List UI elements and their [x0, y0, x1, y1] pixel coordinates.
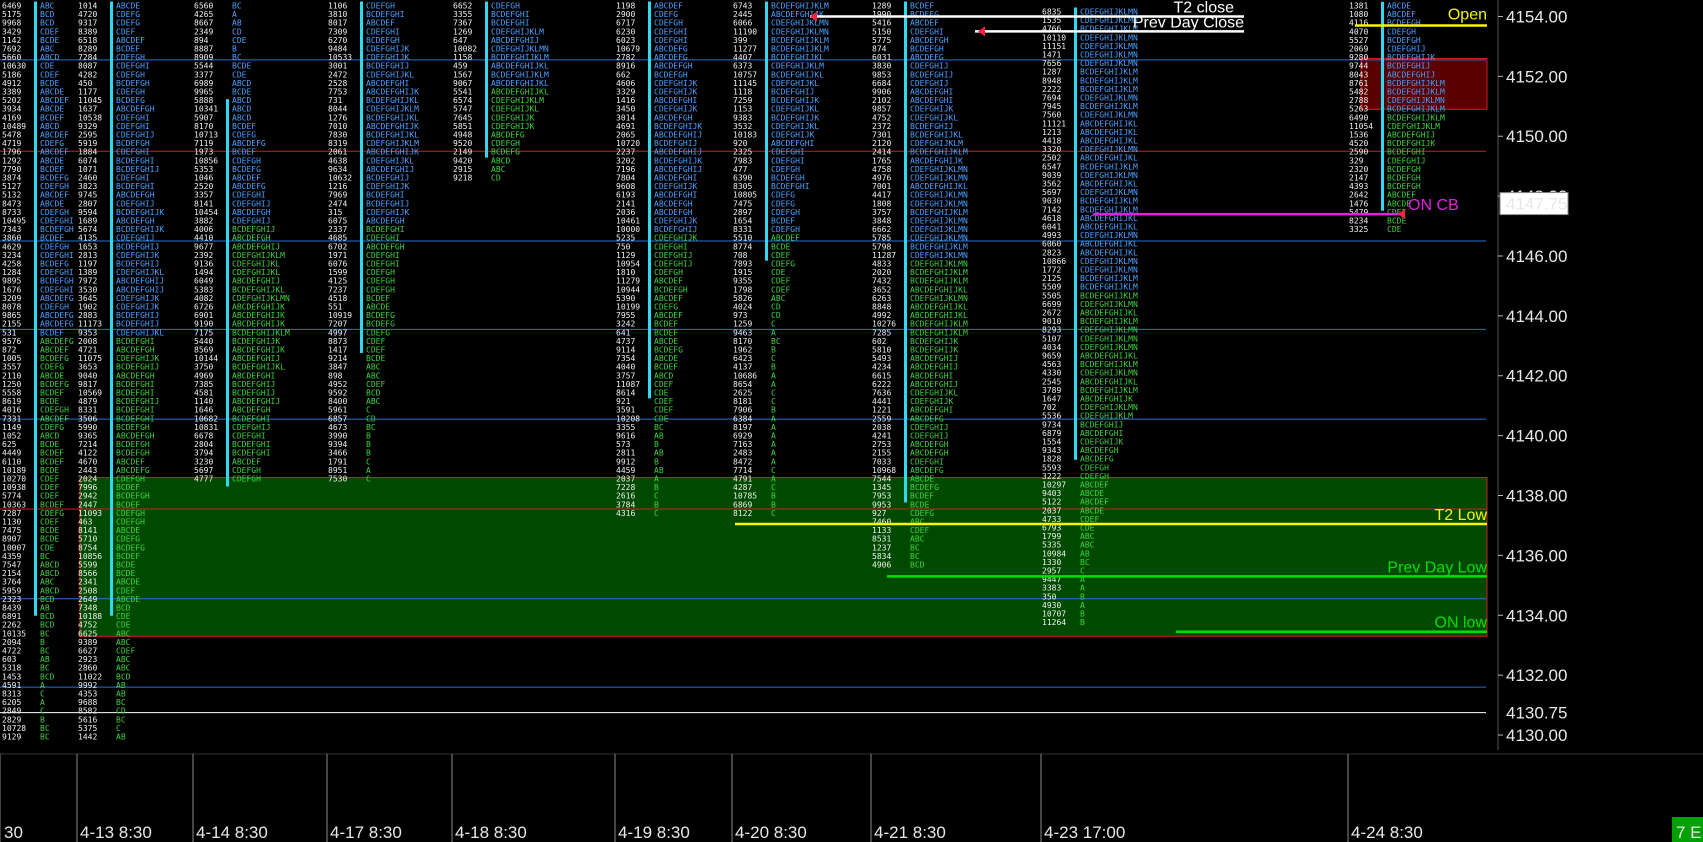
volume-label: 3325: [1349, 225, 1368, 234]
poc-bar: [485, 1, 488, 158]
price-tick-label: 4138.00: [1506, 487, 1567, 506]
poc-bar: [648, 1, 651, 399]
price-tick-label: 4130.00: [1506, 726, 1567, 745]
tpo-row: CD: [491, 173, 501, 182]
date-tick-label: 4-18 8:30: [455, 823, 527, 842]
price-tick-label: 4140.00: [1506, 427, 1567, 446]
level-label: Prev Day Low: [1387, 559, 1487, 576]
volume-label: 11264: [1042, 618, 1066, 627]
poc-bar: [360, 1, 363, 353]
price-tick-label: 4150.00: [1506, 127, 1567, 146]
price-tick-label: 4132.00: [1506, 666, 1567, 685]
date-tick-label: 4-13 8:30: [80, 823, 152, 842]
level-label: Open: [1448, 6, 1487, 23]
volume-label: 4906: [872, 560, 891, 569]
poc-bar: [226, 99, 229, 487]
level-label: ON CB: [1408, 197, 1459, 214]
poc-bar: [1074, 7, 1077, 460]
last-price-label: 4147.75: [1506, 195, 1567, 214]
date-tick-label: 4-20 8:30: [735, 823, 807, 842]
volume-label: 1442: [78, 732, 97, 741]
price-tick-label: 4144.00: [1506, 307, 1567, 326]
date-tick-label: 4-24 8:30: [1351, 823, 1423, 842]
tpo-row: B: [1080, 618, 1085, 627]
price-tick-label: 4152.00: [1506, 67, 1567, 86]
volume-label: 4777: [194, 474, 213, 483]
date-tick-label: 4-21 8:30: [874, 823, 946, 842]
green-zone: [79, 477, 1488, 637]
poc-bar: [1381, 1, 1384, 211]
level-label: T2 Low: [1435, 507, 1488, 524]
price-tick-label: 4134.00: [1506, 606, 1567, 625]
tpo-row: BC: [40, 732, 50, 741]
poc-bar: [904, 1, 907, 503]
tpo-row: C: [654, 509, 659, 518]
tpo-row: CDEFGH: [232, 474, 261, 483]
tpo-row: C: [366, 474, 371, 483]
tpo-row: CDE: [1387, 225, 1402, 234]
level-label: Prev Day Close: [1133, 14, 1244, 31]
volume-label: 8122: [733, 509, 752, 518]
volume-label: 9129: [2, 732, 21, 741]
date-tick-label: 4-23 17:00: [1044, 823, 1125, 842]
tpo-row: AB: [116, 732, 126, 741]
poc-bar: [765, 1, 768, 261]
tpo-row: BCD: [910, 560, 925, 569]
volume-label: 7530: [328, 474, 347, 483]
date-tick-label: 30: [4, 823, 23, 842]
date-tick-label: 4-14 8:30: [196, 823, 268, 842]
volume-label: 9218: [453, 173, 472, 182]
poc-bar: [110, 1, 113, 616]
price-tick-label: 4136.00: [1506, 546, 1567, 565]
tpo-row: C: [771, 509, 776, 518]
poc-bar: [34, 1, 37, 616]
level-label: ON low: [1435, 615, 1488, 632]
badge-label: 7 E: [1676, 823, 1702, 842]
price-tick-label: 4146.00: [1506, 247, 1567, 266]
price-tick-label: 4142.00: [1506, 367, 1567, 386]
market-profile-chart: 6469 ABC5175 BCD9968 BCD3429 CDEF1142 BCDE769…: [0, 0, 1703, 842]
date-tick-label: 4-19 8:30: [618, 823, 690, 842]
low-price-label: 4130.75: [1506, 704, 1567, 723]
date-tick-label: 4-17 8:30: [330, 823, 402, 842]
price-tick-label: 4154.00: [1506, 7, 1567, 26]
volume-label: 4316: [616, 509, 635, 518]
